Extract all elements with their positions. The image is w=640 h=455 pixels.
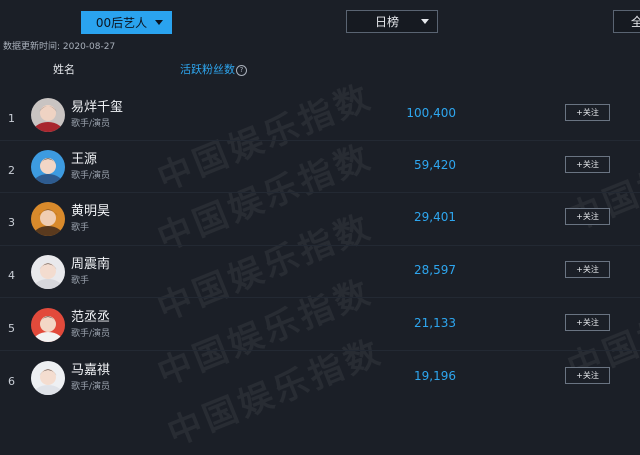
- artist-role: 歌手: [71, 276, 90, 286]
- avatar[interactable]: [31, 361, 65, 395]
- column-header-fans: 活跃粉丝数?: [180, 61, 247, 77]
- category-dropdown[interactable]: 00后艺人: [81, 11, 172, 34]
- artist-name[interactable]: 范丞丞: [71, 306, 110, 325]
- table-row[interactable]: 1 易烊千玺 歌手/演员 100,400 +关注: [0, 94, 640, 146]
- rank-number: 5: [8, 322, 15, 335]
- artist-name[interactable]: 易烊千玺: [71, 96, 123, 115]
- chevron-down-icon: [421, 19, 429, 24]
- help-icon[interactable]: ?: [236, 65, 247, 76]
- table-row[interactable]: 2 王源 歌手/演员 59,420 +关注: [0, 146, 640, 198]
- fan-count: 21,133: [414, 316, 456, 330]
- avatar[interactable]: [31, 255, 65, 289]
- fan-count: 100,400: [406, 106, 456, 120]
- follow-button[interactable]: +关注: [565, 104, 610, 121]
- column-header-name: 姓名: [53, 63, 75, 76]
- follow-button[interactable]: +关注: [565, 208, 610, 225]
- avatar[interactable]: [31, 98, 65, 132]
- column-header-fans-label: 活跃粉丝数: [180, 63, 235, 76]
- update-time: 数据更新时间: 2020-08-27: [3, 42, 116, 52]
- follow-button[interactable]: +关注: [565, 261, 610, 278]
- follow-button[interactable]: +关注: [565, 367, 610, 384]
- rank-number: 6: [8, 375, 15, 388]
- artist-role: 歌手/演员: [71, 171, 111, 181]
- period-dropdown-label: 日榜: [374, 15, 399, 29]
- all-button[interactable]: 全: [613, 10, 640, 33]
- table-row[interactable]: 5 范丞丞 歌手/演员 21,133 +关注: [0, 304, 640, 356]
- follow-button[interactable]: +关注: [565, 314, 610, 331]
- artist-name[interactable]: 马嘉祺: [71, 359, 110, 378]
- table-row[interactable]: 3 黄明昊 歌手 29,401 +关注: [0, 198, 640, 250]
- rank-number: 2: [8, 164, 15, 177]
- artist-name[interactable]: 黄明昊: [71, 200, 110, 219]
- rank-number: 1: [8, 112, 15, 125]
- artist-role: 歌手: [71, 223, 90, 233]
- fan-count: 59,420: [414, 158, 456, 172]
- rank-number: 3: [8, 216, 15, 229]
- fan-count: 29,401: [414, 210, 456, 224]
- artist-name[interactable]: 王源: [71, 148, 97, 167]
- fan-count: 19,196: [414, 369, 456, 383]
- artist-name[interactable]: 周震南: [71, 253, 110, 272]
- avatar[interactable]: [31, 308, 65, 342]
- artist-role: 歌手/演员: [71, 119, 111, 129]
- avatar[interactable]: [31, 150, 65, 184]
- period-dropdown[interactable]: 日榜: [346, 10, 438, 33]
- follow-button[interactable]: +关注: [565, 156, 610, 173]
- rank-number: 4: [8, 269, 15, 282]
- all-button-label: 全: [631, 15, 640, 29]
- artist-role: 歌手/演员: [71, 329, 111, 339]
- avatar[interactable]: [31, 202, 65, 236]
- category-dropdown-label: 00后艺人: [95, 16, 148, 30]
- artist-role: 歌手/演员: [71, 382, 111, 392]
- table-row[interactable]: 6 马嘉祺 歌手/演员 19,196 +关注: [0, 357, 640, 409]
- fan-count: 28,597: [414, 263, 456, 277]
- table-row[interactable]: 4 周震南 歌手 28,597 +关注: [0, 251, 640, 303]
- chevron-down-icon: [155, 20, 163, 25]
